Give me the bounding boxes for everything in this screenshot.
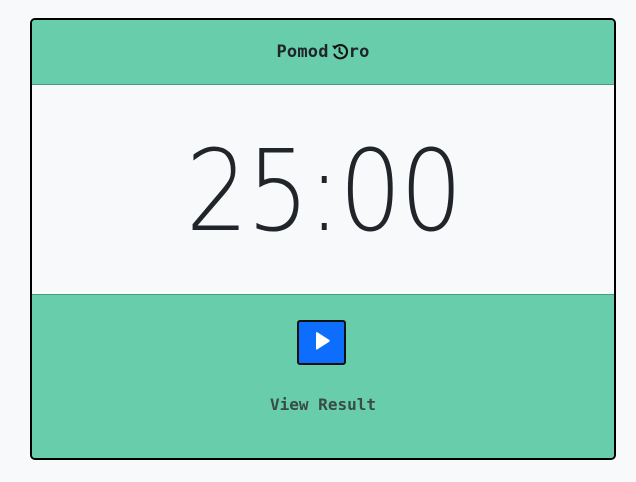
controls-bar: View Result: [32, 294, 614, 458]
clock-history-icon: [330, 42, 349, 61]
timer-display: 25:00: [185, 126, 462, 257]
view-result-link[interactable]: View Result: [32, 395, 614, 414]
header-bar: Pomod ro: [32, 20, 614, 85]
play-button[interactable]: [297, 320, 346, 365]
app-title-suffix: ro: [348, 42, 370, 62]
app-title-prefix: Pomod: [276, 42, 329, 62]
pomodoro-card: Pomod ro 25:00 View Result: [30, 18, 616, 460]
app-title: Pomod ro: [276, 42, 369, 62]
play-icon: [312, 330, 332, 355]
timer-area: 25:00: [32, 85, 614, 294]
